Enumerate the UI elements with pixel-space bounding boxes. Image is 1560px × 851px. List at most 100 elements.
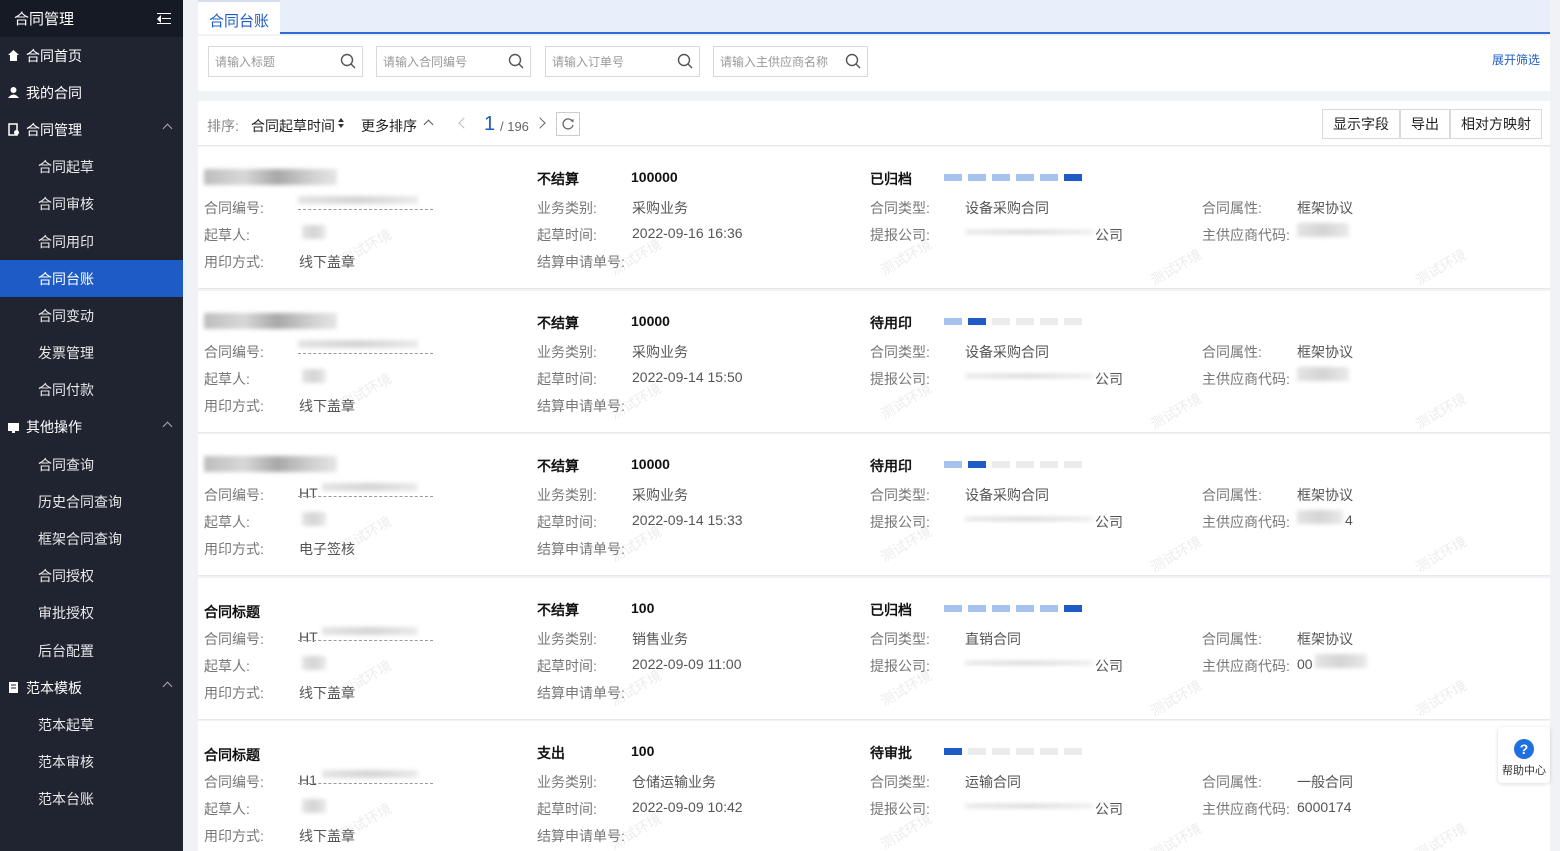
redacted-number bbox=[322, 483, 418, 491]
amount-value: 100000 bbox=[631, 169, 678, 185]
chevron-up-icon[interactable] bbox=[162, 421, 173, 432]
counterparty-mapping-button[interactable]: 相对方映射 bbox=[1450, 109, 1542, 139]
attribute-value: 一般合同 bbox=[1297, 774, 1353, 790]
search-icon[interactable] bbox=[845, 53, 861, 69]
business-type-value: 销售业务 bbox=[632, 631, 688, 647]
menu-label: 其他操作 bbox=[26, 419, 82, 436]
show-fields-button[interactable]: 显示字段 bbox=[1322, 109, 1400, 139]
contract-record[interactable]: 合同标题 合同编号: HT 起草人: 用印方式: 线下盖章 不结算 100 业务类别: 销售业务起… bbox=[198, 578, 1550, 720]
contract-number-input[interactable] bbox=[383, 54, 503, 69]
search-icon[interactable] bbox=[340, 53, 356, 69]
settlement-no-label: 结算申请单号: bbox=[537, 828, 625, 844]
number-prefix: HT bbox=[299, 629, 318, 645]
submenu-item[interactable]: 审批授权 bbox=[0, 595, 183, 632]
drafter-label: 起草人: bbox=[204, 658, 250, 674]
search-icon[interactable] bbox=[508, 53, 524, 69]
settlement-no-label: 结算申请单号: bbox=[537, 685, 625, 701]
status-badge: 待审批 bbox=[870, 745, 912, 761]
seal-method-label: 用印方式: bbox=[204, 398, 264, 414]
contract-icon bbox=[7, 123, 20, 137]
expand-filter-link[interactable]: 展开筛选 bbox=[1492, 51, 1540, 68]
submenu-item[interactable]: 框架合同查询 bbox=[0, 520, 183, 557]
sort-caret-icon[interactable] bbox=[337, 117, 345, 129]
watermark-text: 测试环境 bbox=[1147, 677, 1205, 719]
submenu-item[interactable]: 合同变动 bbox=[0, 297, 183, 334]
submenu-item[interactable]: 合同授权 bbox=[0, 558, 183, 595]
progress-step bbox=[992, 605, 1010, 612]
submenu-item[interactable]: 范本审核 bbox=[0, 744, 183, 781]
progress-step bbox=[1016, 461, 1034, 468]
progress-step bbox=[1064, 748, 1082, 755]
help-label: 帮助中心 bbox=[1502, 765, 1546, 777]
monitor-icon bbox=[7, 421, 20, 434]
redacted-title bbox=[204, 456, 337, 472]
submenu-item[interactable]: 历史合同查询 bbox=[0, 483, 183, 520]
chevron-up-icon[interactable] bbox=[423, 119, 434, 130]
status-progress bbox=[944, 748, 1082, 755]
prev-page-icon[interactable] bbox=[458, 117, 470, 129]
more-sort-button[interactable]: 更多排序 bbox=[361, 116, 417, 136]
chevron-up-icon[interactable] bbox=[162, 681, 173, 692]
user-icon bbox=[7, 86, 20, 99]
contract-record[interactable]: 合同编号: 起草人: 用印方式: 线下盖章 不结算 100000 业务类别: 采购业务 起草时间… bbox=[198, 147, 1550, 289]
redacted-supplier-code bbox=[1315, 654, 1367, 668]
menu-group[interactable]: 合同首页 bbox=[0, 37, 183, 74]
menu-group[interactable]: 其他操作 bbox=[0, 409, 183, 446]
record-title[interactable]: 合同标题 bbox=[204, 602, 260, 622]
attribute-value: 框架协议 bbox=[1297, 200, 1353, 216]
order-number-input[interactable] bbox=[552, 54, 672, 69]
redacted-company bbox=[965, 374, 1093, 378]
order-search-box bbox=[545, 46, 700, 77]
export-button[interactable]: 导出 bbox=[1400, 109, 1450, 139]
menu-group[interactable]: 范本模板 bbox=[0, 669, 183, 706]
search-icon[interactable] bbox=[677, 53, 693, 69]
submenu-item[interactable]: 范本起草 bbox=[0, 706, 183, 743]
title-search-input[interactable] bbox=[215, 54, 335, 69]
sort-field-select[interactable]: 合同起草时间 bbox=[251, 116, 335, 136]
company-suffix: 公司 bbox=[1095, 801, 1123, 817]
progress-step bbox=[1016, 174, 1034, 181]
submenu-item[interactable]: 后台配置 bbox=[0, 632, 183, 669]
attribute-label: 合同属性: bbox=[1202, 200, 1262, 216]
status-badge: 已归档 bbox=[870, 171, 912, 187]
menu-group[interactable]: 我的合同 bbox=[0, 74, 183, 111]
submenu-item[interactable]: 合同查询 bbox=[0, 446, 183, 483]
record-title[interactable]: 合同标题 bbox=[204, 745, 260, 765]
supplier-name-input[interactable] bbox=[720, 54, 840, 69]
submenu-item[interactable]: 合同审核 bbox=[0, 186, 183, 223]
progress-step bbox=[1040, 461, 1058, 468]
next-page-icon[interactable] bbox=[534, 117, 546, 129]
home-icon bbox=[7, 49, 20, 62]
tab-contract-ledger[interactable]: 合同台账 bbox=[198, 0, 281, 34]
chevron-up-icon[interactable] bbox=[162, 123, 173, 134]
redacted-drafter bbox=[302, 512, 326, 526]
submenu-item[interactable]: 合同台账 bbox=[0, 260, 183, 298]
contract-record[interactable]: 合同编号: 起草人: 用印方式: 线下盖章 不结算 10000 业务类别: 采购业务 起草时间:… bbox=[198, 291, 1550, 433]
submenu-item[interactable]: 合同起草 bbox=[0, 149, 183, 186]
submenu-item[interactable]: 合同付款 bbox=[0, 372, 183, 409]
redacted-company bbox=[965, 804, 1093, 808]
collapse-menu-icon[interactable] bbox=[157, 12, 171, 25]
redacted-number bbox=[322, 770, 418, 778]
menu-label: 合同首页 bbox=[26, 47, 82, 64]
submenu-item[interactable]: 合同用印 bbox=[0, 223, 183, 260]
progress-step bbox=[944, 174, 962, 181]
contract-type-value: 设备采购合同 bbox=[965, 487, 1049, 503]
settlement-type: 不结算 bbox=[537, 602, 579, 618]
submenu-item[interactable]: 范本台账 bbox=[0, 781, 183, 818]
progress-step bbox=[968, 174, 986, 181]
menu-group[interactable]: 合同管理 bbox=[0, 111, 183, 148]
attribute-label: 合同属性: bbox=[1202, 774, 1262, 790]
business-type-value: 仓储运输业务 bbox=[632, 774, 716, 790]
contract-record[interactable]: 合同标题 合同编号: H1 起草人: 用印方式: 线下盖章 支出 100 业务类别: 仓储运输业务… bbox=[198, 721, 1550, 851]
contract-record[interactable]: 合同编号: HT 起草人: 用印方式: 电子签核 不结算 10000 业务类别: 采购业务 起草时… bbox=[198, 434, 1550, 576]
help-center-button[interactable]: ? 帮助中心 bbox=[1498, 727, 1550, 783]
number-label: 合同编号: bbox=[204, 200, 264, 216]
draft-time-label: 起草时间: bbox=[537, 801, 597, 817]
seal-method-label: 用印方式: bbox=[204, 685, 264, 701]
number-underline bbox=[298, 353, 433, 354]
submenu-item[interactable]: 发票管理 bbox=[0, 335, 183, 372]
refresh-button[interactable] bbox=[556, 112, 580, 136]
settlement-no-label: 结算申请单号: bbox=[537, 398, 625, 414]
progress-step bbox=[968, 605, 986, 612]
